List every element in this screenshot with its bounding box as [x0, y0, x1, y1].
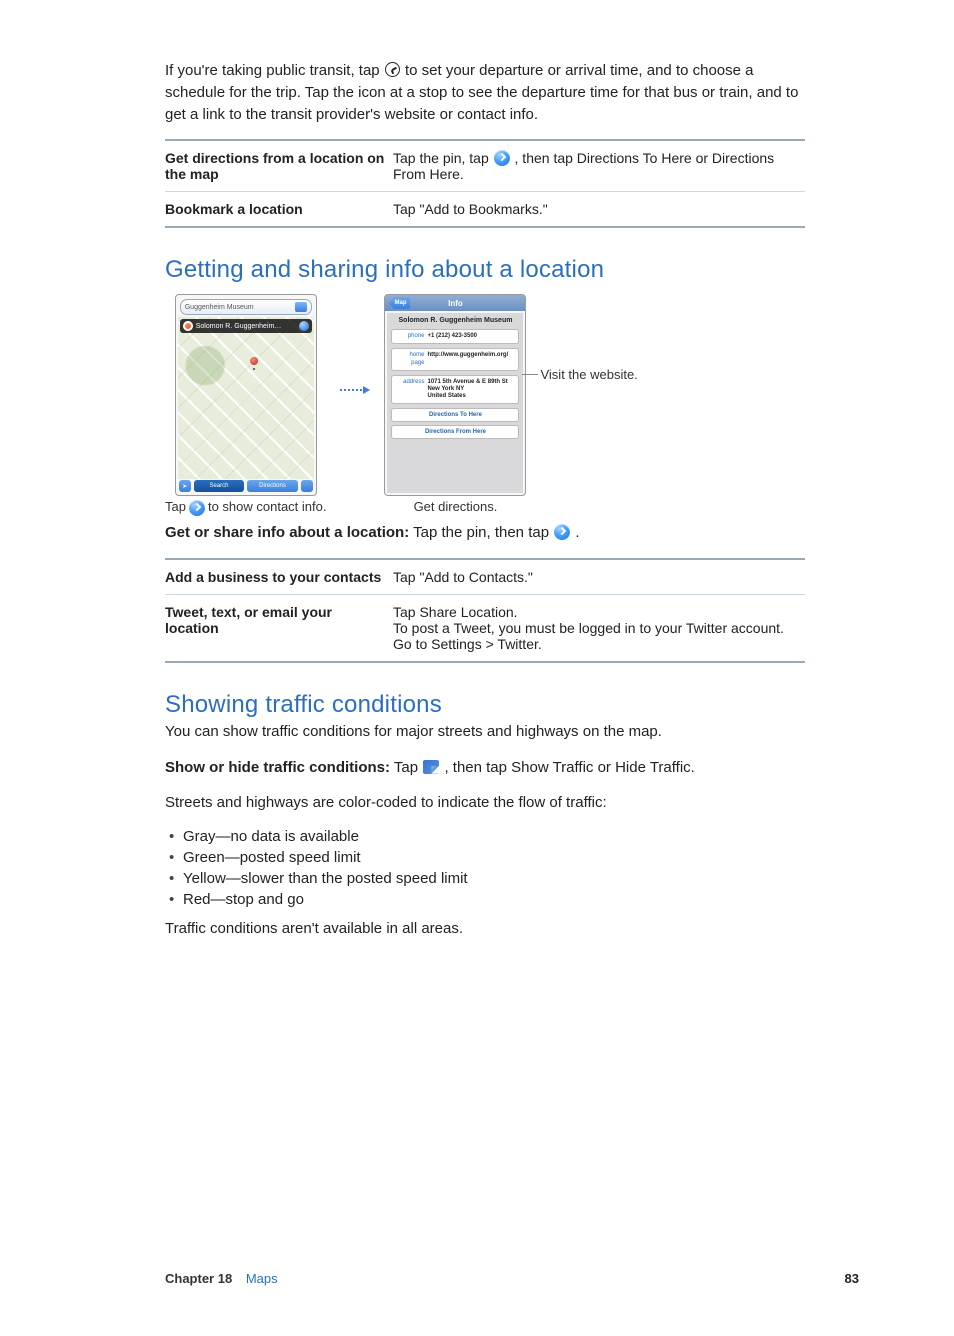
page-curl-icon [423, 760, 439, 774]
section-heading-getting-info: Getting and sharing info about a locatio… [165, 256, 805, 284]
table-row: Tweet, text, or email your location Tap … [165, 594, 805, 662]
traffic-instruction: Show or hide traffic conditions: Tap , t… [165, 757, 805, 779]
disclosure-icon [189, 500, 205, 516]
row-value: Tap the pin, tap , then tap Directions T… [393, 140, 805, 192]
bottom-toolbar: ➤ Search Directions [179, 480, 313, 492]
traffic-color-list: Gray—no data is available Green—posted s… [165, 828, 805, 908]
info-title: Solomon R. Guggenheim Museum [391, 317, 519, 325]
info-row: address 1071 5th Avenue & E 89th St New … [391, 375, 519, 405]
figure-group: Guggenheim Museum Solomon R. Guggenheim…… [165, 294, 805, 516]
info-row: home page http://www.guggenheim.org/ [391, 348, 519, 370]
pin-callout: Solomon R. Guggenheim… [180, 319, 312, 333]
row-value: Tap "Add to Bookmarks." [393, 192, 805, 228]
table-row: Bookmark a location Tap "Add to Bookmark… [165, 192, 805, 228]
directions-tab: Directions [247, 480, 298, 492]
page-footer: Chapter 18 Maps 83 [165, 1271, 859, 1286]
list-item: Red—stop and go [165, 891, 805, 908]
map-pin-icon [250, 357, 258, 365]
pin-callout-label: Solomon R. Guggenheim… [196, 323, 282, 330]
figure-caption-right: Get directions. [414, 499, 498, 516]
search-tab: Search [194, 480, 245, 492]
clock-icon [385, 62, 400, 77]
intro-paragraph: If you're taking public transit, tap to … [165, 60, 805, 125]
info-header: Map Info [385, 295, 525, 311]
traffic-intro: You can show traffic conditions for majo… [165, 721, 805, 743]
traffic-disclaimer: Traffic conditions aren't available in a… [165, 918, 805, 940]
directions-from-here-button: Directions From Here [391, 425, 519, 439]
back-button: Map [388, 297, 410, 309]
page-curl-button [301, 480, 313, 492]
directions-table: Get directions from a location on the ma… [165, 139, 805, 228]
table-row: Get directions from a location on the ma… [165, 140, 805, 192]
list-item: Gray—no data is available [165, 828, 805, 845]
info-body: Solomon R. Guggenheim Museum phone +1 (2… [387, 313, 523, 493]
map-background [178, 317, 314, 479]
directions-icon [295, 302, 307, 312]
disclosure-icon [299, 321, 309, 331]
list-item: Yellow—slower than the posted speed limi… [165, 870, 805, 887]
row-label: Add a business to your contacts [165, 559, 393, 595]
info-row: phone +1 (212) 423-3500 [391, 329, 519, 344]
row-label: Bookmark a location [165, 192, 393, 228]
info-header-title: Info [448, 299, 463, 308]
disclosure-icon [554, 524, 570, 540]
phone-screenshot-info: Map Info Solomon R. Guggenheim Museum ph… [384, 294, 526, 496]
row-label: Tweet, text, or email your location [165, 594, 393, 662]
connector-arrow-icon [340, 386, 370, 394]
locate-button: ➤ [179, 480, 191, 492]
row-label: Get directions from a location on the ma… [165, 140, 393, 192]
footer-page-number: 83 [845, 1271, 859, 1286]
row-value: Tap "Add to Contacts." [393, 559, 805, 595]
list-item: Green—posted speed limit [165, 849, 805, 866]
table-row: Add a business to your contacts Tap "Add… [165, 559, 805, 595]
share-table: Add a business to your contacts Tap "Add… [165, 558, 805, 663]
figure-caption-left: Tap to show contact info. [165, 499, 326, 516]
phone-screenshot-map: Guggenheim Museum Solomon R. Guggenheim…… [175, 294, 317, 496]
traffic-colorcode-intro: Streets and highways are color-coded to … [165, 792, 805, 814]
disclosure-icon [494, 150, 510, 166]
get-share-line: Get or share info about a location: Tap … [165, 522, 805, 544]
search-bar: Guggenheim Museum [180, 299, 312, 315]
row-value: Tap Share Location. To post a Tweet, you… [393, 594, 805, 662]
figure-annotation-website: Visit the website. [540, 367, 637, 384]
search-text: Guggenheim Museum [185, 304, 254, 311]
section-heading-traffic: Showing traffic conditions [165, 691, 805, 719]
footer-chapter: Chapter 18 [165, 1271, 232, 1286]
directions-to-here-button: Directions To Here [391, 408, 519, 422]
footer-section-name: Maps [246, 1271, 278, 1286]
street-view-icon [183, 321, 193, 331]
